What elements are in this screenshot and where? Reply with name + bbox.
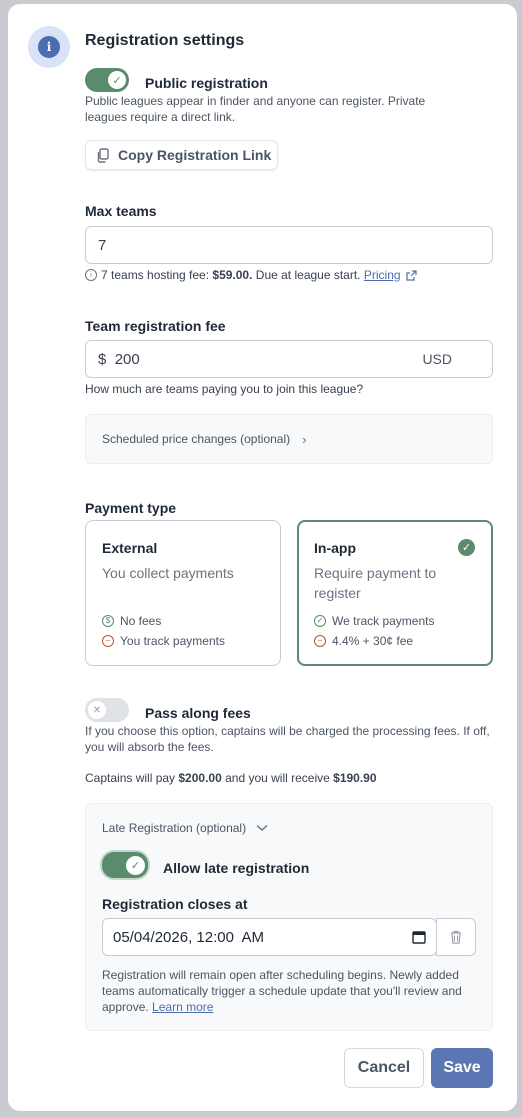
scheduled-price-changes-toggle[interactable]: Scheduled price changes (optional) › xyxy=(85,414,493,464)
pass-fees-description: If you choose this option, captains will… xyxy=(85,724,490,754)
team-fee-value: 200 xyxy=(114,350,140,368)
x-icon: ✕ xyxy=(88,701,106,719)
public-registration-toggle[interactable]: ✓ xyxy=(85,68,129,92)
you-receive-amount: $190.90 xyxy=(333,771,377,785)
pass-fees-toggle[interactable]: ✕ xyxy=(85,698,129,722)
learn-more-link[interactable]: Learn more xyxy=(152,1000,213,1014)
pass-fees-label: Pass along fees xyxy=(145,705,251,721)
inapp-description: Require payment to register xyxy=(314,565,437,601)
team-fee-hint: How much are teams paying you to join th… xyxy=(85,382,364,396)
external-feature-2: You track payments xyxy=(120,634,225,648)
info-small-icon: i xyxy=(85,269,97,281)
inapp-feature-2: 4.4% + 30¢ fee xyxy=(332,634,414,648)
check-icon: ✓ xyxy=(108,71,126,89)
scheduled-price-changes-label: Scheduled price changes (optional) xyxy=(102,432,291,446)
external-description: You collect payments xyxy=(102,565,234,581)
late-registration-label: Late Registration (optional) xyxy=(102,821,247,835)
section-title: Registration settings xyxy=(85,32,245,49)
public-registration-description: Public leagues appear in finder and anyo… xyxy=(85,94,426,124)
late-registration-section: Late Registration (optional) ✓ Allow lat… xyxy=(85,803,493,1031)
copy-icon xyxy=(97,147,109,163)
captains-pay-amount: $200.00 xyxy=(178,771,222,785)
payment-type-label: Payment type xyxy=(85,500,177,516)
chevron-right-icon: › xyxy=(302,431,307,447)
max-teams-input[interactable]: 7 xyxy=(85,226,493,264)
info-icon: i xyxy=(28,26,70,68)
hosting-fee-amount: $59.00. xyxy=(212,268,253,282)
trash-icon xyxy=(451,930,461,944)
registration-closes-input[interactable]: 05/04/2026, 12:00 AM xyxy=(102,918,437,956)
payment-option-external[interactable]: External You collect payments $ No fees … xyxy=(85,520,281,666)
minus-circle-icon: – xyxy=(102,635,114,647)
copy-button-label: Copy Registration Link xyxy=(118,147,272,163)
currency-symbol: $ xyxy=(98,350,107,368)
external-feature-1: No fees xyxy=(120,614,162,628)
check-icon: ✓ xyxy=(126,855,145,875)
check-circle-icon: ✓ xyxy=(314,615,326,627)
dollar-icon: $ xyxy=(102,615,114,627)
fees-summary: Captains will pay $200.00 and you will r… xyxy=(85,771,377,785)
save-button[interactable]: Save xyxy=(431,1048,493,1088)
registration-settings-panel: i Registration settings ✓ Public registr… xyxy=(8,4,517,1111)
max-teams-hint: i 7 teams hosting fee: $59.00. Due at le… xyxy=(85,268,418,282)
currency-code: USD xyxy=(422,351,452,367)
max-teams-label: Max teams xyxy=(85,203,157,219)
inapp-title: In-app xyxy=(314,540,356,556)
inapp-feature-1: We track payments xyxy=(332,614,435,628)
allow-late-registration-label: Allow late registration xyxy=(163,860,310,876)
copy-registration-link-button[interactable]: Copy Registration Link xyxy=(85,140,278,170)
chevron-down-icon xyxy=(256,824,268,831)
public-registration-label: Public registration xyxy=(145,75,268,91)
late-registration-header[interactable]: Late Registration (optional) xyxy=(102,821,268,835)
max-teams-value: 7 xyxy=(98,236,107,254)
minus-circle-icon: – xyxy=(314,635,326,647)
team-fee-input[interactable]: $ 200 USD xyxy=(85,340,493,378)
registration-closes-value: 05/04/2026, 12:00 AM xyxy=(113,928,264,946)
late-registration-note: Registration will remain open after sche… xyxy=(102,968,462,1014)
external-link-icon[interactable] xyxy=(405,269,418,282)
payment-option-inapp[interactable]: In-app ✓ Require payment to register ✓ W… xyxy=(297,520,493,666)
registration-closes-label: Registration closes at xyxy=(102,896,248,912)
late-registration-toggle[interactable]: ✓ xyxy=(102,852,148,878)
cancel-button[interactable]: Cancel xyxy=(344,1048,424,1088)
selected-check-icon: ✓ xyxy=(458,539,475,556)
calendar-icon[interactable] xyxy=(412,930,426,944)
clear-date-button[interactable] xyxy=(436,918,476,956)
external-title: External xyxy=(102,540,158,556)
team-fee-label: Team registration fee xyxy=(85,318,226,334)
pricing-link[interactable]: Pricing xyxy=(364,268,401,282)
